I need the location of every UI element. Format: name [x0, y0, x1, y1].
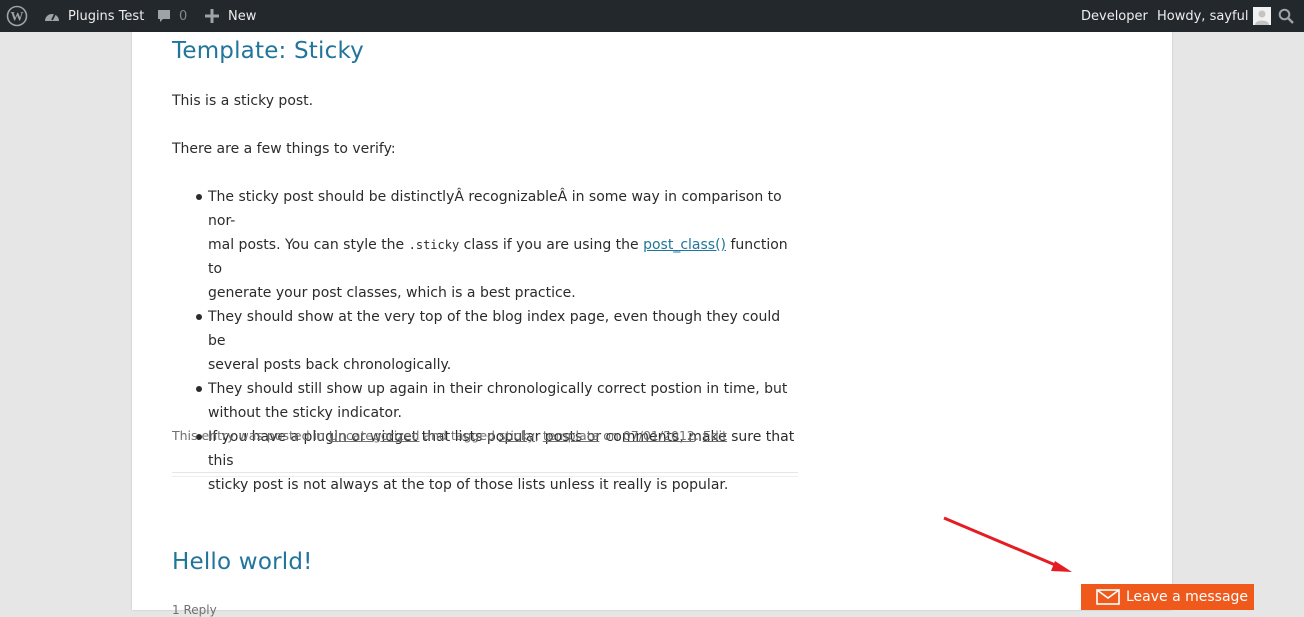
- list-item: They should still show up again in their…: [196, 377, 798, 425]
- howdy-label: Howdy, sayful: [1157, 8, 1249, 24]
- search-icon[interactable]: [1278, 0, 1294, 32]
- post-class-link[interactable]: post_class(): [643, 237, 726, 253]
- date-link[interactable]: 07/01/2012: [623, 428, 695, 443]
- comments-count: 0: [179, 8, 188, 24]
- svg-text:W: W: [11, 9, 24, 24]
- tag-link-sticky[interactable]: sticky: [499, 428, 535, 443]
- developer-menu[interactable]: Developer: [1081, 0, 1148, 32]
- edit-link[interactable]: Edit: [703, 428, 727, 443]
- post-title-sticky[interactable]: Template: Sticky: [172, 38, 364, 64]
- page-sheet: Template: Sticky This is a sticky post. …: [132, 32, 1172, 617]
- avatar: [1253, 7, 1272, 25]
- site-name-menu[interactable]: Plugins Test: [43, 0, 144, 32]
- list-item: The sticky post should be distinctlyÂ re…: [196, 185, 798, 305]
- mail-icon: [1096, 589, 1120, 605]
- post-divider: [172, 472, 798, 473]
- comment-icon: [156, 8, 172, 24]
- list-item: They should show at the very top of the …: [196, 305, 798, 377]
- entry-meta: This entry was posted in Uncategorized a…: [172, 428, 728, 443]
- tag-link-template[interactable]: template: [543, 428, 599, 443]
- new-content-menu[interactable]: New: [205, 0, 256, 32]
- site-name-label: Plugins Test: [68, 8, 145, 24]
- leave-message-label: Leave a message: [1126, 589, 1249, 605]
- dashboard-icon: [43, 8, 61, 24]
- post-divider-inner: [172, 476, 798, 477]
- sticky-class-code: .sticky: [408, 238, 460, 252]
- new-label: New: [228, 8, 257, 24]
- wordpress-logo-icon[interactable]: W: [6, 0, 28, 32]
- category-link[interactable]: Uncategorized: [329, 428, 420, 443]
- comments-menu[interactable]: 0: [156, 0, 187, 32]
- leave-message-button[interactable]: Leave a message: [1081, 584, 1254, 610]
- admin-bar: W Plugins Test 0 New Developer Howdy, sa…: [0, 0, 1304, 32]
- plus-icon: [205, 9, 219, 23]
- post-intro: This is a sticky post.: [172, 93, 314, 109]
- reply-count-link[interactable]: 1 Reply: [172, 603, 217, 617]
- account-menu[interactable]: Howdy, sayful: [1157, 0, 1272, 32]
- verify-intro: There are a few things to verify:: [172, 141, 396, 157]
- verify-list: The sticky post should be distinctlyÂ re…: [196, 185, 798, 497]
- post-title-hello-world[interactable]: Hello world!: [172, 549, 313, 575]
